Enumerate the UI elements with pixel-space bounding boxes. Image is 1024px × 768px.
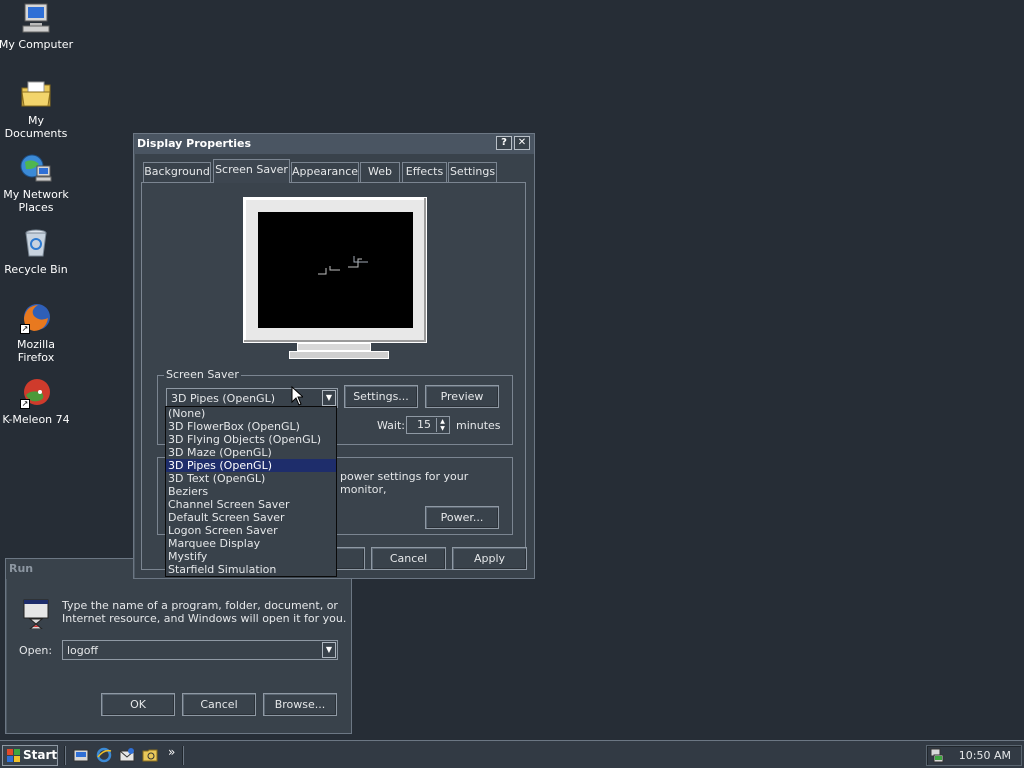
- dropdown-option[interactable]: 3D Maze (OpenGL): [166, 446, 336, 459]
- run-dialog: Run Type the name of a program, folder, …: [5, 558, 352, 734]
- clock[interactable]: 10:50 AM: [959, 749, 1011, 762]
- monitor-neck: [297, 343, 371, 351]
- desktop-icon-label: My Network Places: [3, 188, 69, 214]
- dropdown-option[interactable]: Default Screen Saver: [166, 511, 336, 524]
- run-open-combo[interactable]: logoff ▼: [62, 640, 338, 660]
- mouse-cursor-icon: [291, 385, 305, 409]
- desktop-icon-recycle-bin[interactable]: Recycle Bin: [0, 227, 74, 276]
- dropdown-option[interactable]: (None): [166, 407, 336, 420]
- run-title: Run: [9, 562, 34, 575]
- tab-settings[interactable]: Settings: [448, 162, 497, 182]
- desktop-icon-k-meleon[interactable]: ↗ K-Meleon 74: [0, 377, 74, 426]
- cancel-button[interactable]: Cancel: [371, 547, 446, 570]
- shortcut-arrow-icon: ↗: [20, 399, 30, 409]
- preview-button[interactable]: Preview: [425, 385, 499, 408]
- start-button[interactable]: Start: [2, 745, 58, 766]
- screen-saver-combo-value: 3D Pipes (OpenGL): [171, 392, 276, 405]
- dropdown-option[interactable]: Logon Screen Saver: [166, 524, 336, 537]
- monitor-base: [289, 351, 389, 359]
- system-tray: 10:50 AM: [926, 745, 1022, 766]
- wait-label: Wait:: [377, 419, 405, 432]
- dropdown-option[interactable]: Starfield Simulation: [166, 563, 336, 576]
- dropdown-option[interactable]: 3D Text (OpenGL): [166, 472, 336, 485]
- run-description: Type the name of a program, folder, docu…: [62, 599, 347, 625]
- desktop-icon-label: My Documents: [4, 114, 68, 140]
- desktop-icon-label: Recycle Bin: [4, 263, 68, 276]
- k-meleon-icon: ↗: [20, 377, 52, 409]
- dropdown-option[interactable]: Beziers: [166, 485, 336, 498]
- run-open-label: Open:: [19, 644, 53, 657]
- minutes-label: minutes: [456, 419, 501, 432]
- desktop-icon-firefox[interactable]: ↗ Mozilla Firefox: [0, 302, 74, 364]
- windows-logo-icon: [7, 749, 20, 762]
- screen-saver-preview: [258, 212, 413, 328]
- dropdown-option[interactable]: 3D FlowerBox (OpenGL): [166, 420, 336, 433]
- dropdown-option-selected[interactable]: 3D Pipes (OpenGL): [166, 459, 336, 472]
- screen-saver-combo[interactable]: 3D Pipes (OpenGL) ▼: [166, 388, 338, 408]
- desktop-icon-my-documents[interactable]: My Documents: [0, 78, 74, 140]
- run-cancel-button[interactable]: Cancel: [182, 693, 256, 716]
- quick-launch-divider: [64, 746, 66, 765]
- dropdown-option[interactable]: 3D Flying Objects (OpenGL): [166, 433, 336, 446]
- power-description: power settings for your monitor,: [340, 470, 469, 496]
- desktop-icon-label: Mozilla Firefox: [17, 338, 55, 364]
- run-program-icon: [20, 597, 52, 630]
- recycle-bin-icon: [20, 227, 52, 259]
- tab-effects[interactable]: Effects: [402, 162, 447, 182]
- tab-background[interactable]: Background: [143, 162, 211, 182]
- display-properties-title: Display Properties: [137, 137, 252, 150]
- quick-launch-more-button[interactable]: »: [168, 745, 175, 759]
- internet-explorer-icon[interactable]: [96, 747, 112, 763]
- network-places-icon: [20, 152, 52, 184]
- run-open-value: logoff: [67, 644, 99, 657]
- firefox-icon: ↗: [20, 302, 52, 334]
- outlook-express-icon[interactable]: [119, 747, 135, 763]
- dropdown-option[interactable]: Channel Screen Saver: [166, 498, 336, 511]
- chevron-down-icon[interactable]: ▼: [322, 642, 336, 658]
- show-desktop-icon[interactable]: [73, 747, 89, 763]
- explorer-folder-icon[interactable]: [142, 747, 158, 763]
- power-button[interactable]: Power...: [425, 506, 499, 529]
- dropdown-option[interactable]: Mystify: [166, 550, 336, 563]
- taskbar: Start » 10:50 AM: [0, 740, 1024, 768]
- my-computer-icon: [20, 2, 52, 34]
- monitor-preview: [243, 197, 427, 343]
- dropdown-option[interactable]: Marquee Display: [166, 537, 336, 550]
- screen-saver-dropdown-list[interactable]: (None) 3D FlowerBox (OpenGL) 3D Flying O…: [165, 406, 337, 577]
- wait-spinner[interactable]: 15 ▲ ▼: [406, 416, 450, 434]
- screen-saver-group-label: Screen Saver: [164, 368, 241, 381]
- tab-appearance[interactable]: Appearance: [291, 162, 359, 182]
- desktop-icon-label: My Computer: [0, 38, 74, 51]
- desktop-icon-network-places[interactable]: My Network Places: [0, 152, 74, 214]
- tab-web[interactable]: Web: [360, 162, 400, 182]
- spinner-arrows[interactable]: ▲ ▼: [436, 418, 448, 432]
- run-ok-button[interactable]: OK: [101, 693, 175, 716]
- help-button[interactable]: ?: [496, 136, 512, 150]
- wait-value: 15: [417, 418, 431, 431]
- spin-down-icon[interactable]: ▼: [437, 425, 448, 432]
- pipes-preview-graphic: [318, 256, 368, 275]
- apply-button[interactable]: Apply: [452, 547, 527, 570]
- display-properties-titlebar[interactable]: Display Properties ? ✕: [134, 134, 534, 154]
- spin-up-icon[interactable]: ▲: [437, 418, 448, 425]
- start-label: Start: [23, 748, 58, 762]
- tab-screen-saver[interactable]: Screen Saver: [213, 159, 290, 183]
- settings-button[interactable]: Settings...: [344, 385, 418, 408]
- shortcut-arrow-icon: ↗: [20, 324, 30, 334]
- network-tray-icon[interactable]: [929, 747, 945, 763]
- chevron-down-icon[interactable]: ▼: [322, 390, 336, 406]
- desktop-icon-my-computer[interactable]: My Computer: [0, 2, 74, 51]
- desktop-icon-label: K-Meleon 74: [2, 413, 70, 426]
- taskbar-divider: [182, 746, 184, 765]
- close-button[interactable]: ✕: [514, 136, 530, 150]
- my-documents-icon: [20, 78, 52, 110]
- run-browse-button[interactable]: Browse...: [263, 693, 337, 716]
